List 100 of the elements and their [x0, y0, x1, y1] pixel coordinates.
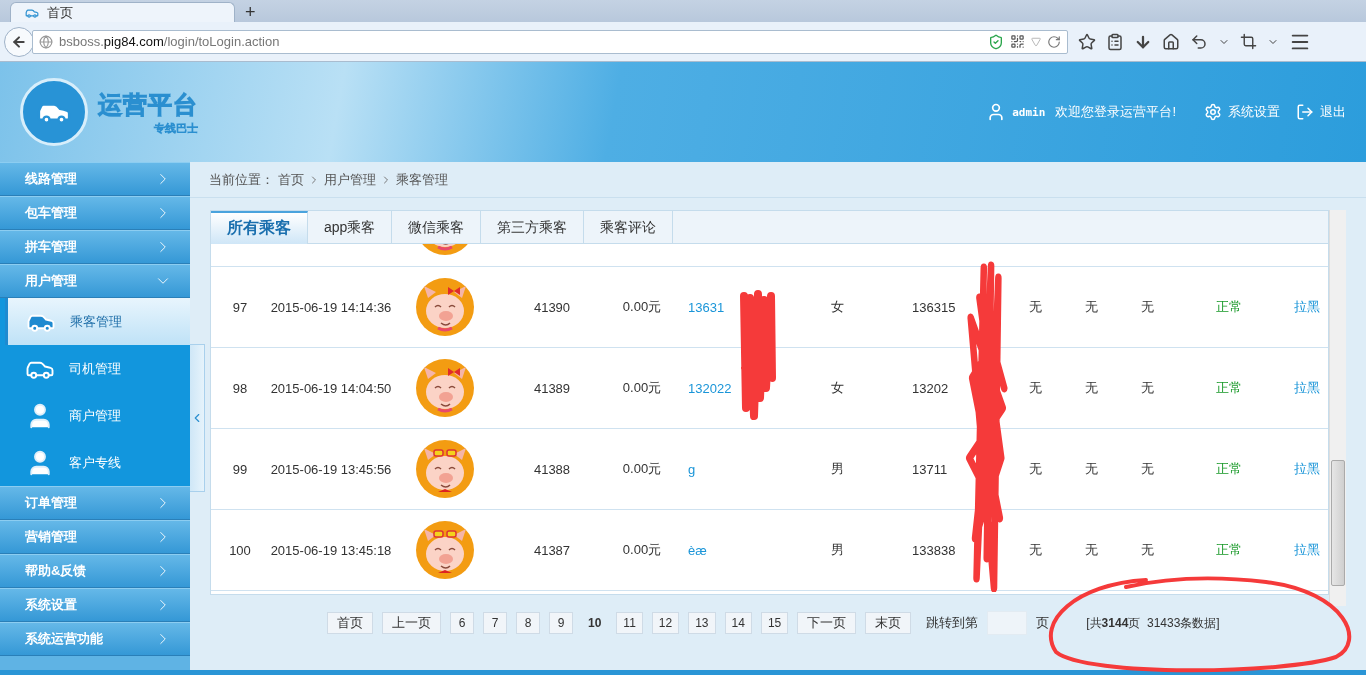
table-cell: 无 [1084, 460, 1098, 478]
table-cell: 女 [830, 298, 844, 316]
tab[interactable]: 所有乘客 [211, 211, 308, 244]
page-button[interactable]: 15 [760, 612, 789, 634]
table-cell: 0.00元 [622, 460, 662, 478]
scrollbar[interactable] [1329, 210, 1346, 606]
prev-page-button[interactable]: 上一页 [382, 612, 441, 634]
status-text: 正常 [1216, 460, 1242, 478]
table-cell: 0.00元 [622, 298, 662, 316]
shield-icon[interactable] [988, 33, 1004, 50]
page-button[interactable]: 8 [516, 612, 540, 634]
sidebar-item[interactable]: 订单管理 [0, 486, 190, 520]
table-cell: 无 [1140, 460, 1154, 478]
status-text: 正常 [1216, 379, 1242, 397]
table-cell-text: 136315 [911, 299, 957, 315]
logout-icon[interactable] [1296, 103, 1314, 121]
settings-icon[interactable] [1204, 103, 1222, 121]
sidebar-item[interactable]: 帮助&反馈 [0, 554, 190, 588]
table-cell-text: 13202 [911, 380, 950, 396]
table-cell: 女 [830, 379, 844, 397]
table-cell: 2015-06-19 14:04:50 [270, 380, 392, 396]
status-text: 正常 [1216, 541, 1242, 559]
welcome-text: 欢迎您登录运营平台! [1055, 103, 1176, 121]
crop-icon[interactable] [1240, 33, 1257, 50]
blacklist-link[interactable]: 拉黑 [1294, 460, 1320, 478]
globe-icon [39, 34, 53, 49]
pig-avatar [416, 440, 474, 498]
browser-tab[interactable]: 首页 [10, 2, 235, 22]
page-button[interactable]: 14 [724, 612, 752, 634]
back-button[interactable] [4, 26, 34, 57]
sidebar-item[interactable]: 线路管理 [0, 162, 190, 196]
nickname-link[interactable]: 132022 [688, 380, 732, 396]
page-button[interactable]: 7 [483, 612, 507, 634]
sidebar-item[interactable]: 包车管理 [0, 196, 190, 230]
sidebar-subitem[interactable]: 商户管理 [0, 392, 190, 439]
next-page-button[interactable]: 下一页 [797, 612, 857, 634]
sidebar-subitem[interactable]: 乘客管理 [5, 298, 190, 345]
first-page-button[interactable]: 首页 [327, 612, 373, 634]
pig-avatar [416, 521, 474, 579]
blacklist-link[interactable]: 拉黑 [1294, 541, 1320, 559]
settings-link[interactable]: 系统设置 [1228, 103, 1280, 121]
table-cell: 2015-06-19 13:45:18 [270, 542, 392, 558]
table-cell: 41388 [533, 461, 571, 477]
breadcrumb-item[interactable]: 用户管理 [324, 170, 376, 189]
sidebar-item[interactable]: 用户管理 [0, 264, 190, 298]
nickname-link[interactable]: 13631 [688, 299, 725, 315]
table-cell: 无 [1140, 541, 1154, 559]
page-button[interactable]: 10 [582, 612, 608, 634]
page-button[interactable]: 9 [549, 612, 573, 634]
breadcrumb-item[interactable]: 首页 [278, 170, 304, 189]
bookmark-star-icon[interactable] [1078, 32, 1096, 51]
logo-title: 运营平台 [98, 89, 198, 120]
page-button[interactable]: 6 [450, 612, 474, 634]
sidebar-subitem[interactable]: 司机管理 [0, 345, 190, 392]
table-cell: 100 [229, 542, 251, 558]
sidebar-subitem[interactable]: 客户专线 [0, 439, 190, 486]
logo-subtitle: 专线巴士 [154, 120, 198, 136]
blacklist-link[interactable]: 拉黑 [1294, 379, 1320, 397]
table-cell: 41390 [533, 299, 571, 315]
page-button[interactable]: 11 [616, 612, 643, 634]
jump-unit: 页 [1036, 614, 1050, 632]
sidebar-item[interactable]: 营销管理 [0, 520, 190, 554]
page-summary: [共3144页 31433条数据] [1086, 614, 1220, 632]
table-cell: 无 [1028, 541, 1042, 559]
new-tab-button[interactable]: + [235, 2, 266, 22]
pig-avatar [416, 359, 474, 417]
home-icon[interactable] [1162, 32, 1180, 51]
username: admin [1012, 105, 1046, 119]
reload-icon[interactable] [1047, 34, 1061, 49]
undo-icon[interactable] [1190, 32, 1208, 51]
table-cell: 无 [1084, 298, 1098, 316]
table-cell-text: 13711 [911, 461, 949, 477]
table-cell: 99 [232, 461, 248, 477]
table-cell: 41389 [533, 380, 571, 396]
qr-code-icon[interactable] [1010, 34, 1025, 49]
blacklist-link[interactable]: 拉黑 [1294, 298, 1320, 316]
logout-link[interactable]: 退出 [1320, 103, 1346, 121]
table-cell: 男 [830, 541, 844, 559]
table-cell: 2015-06-19 13:45:56 [270, 461, 392, 477]
page-button[interactable]: 12 [651, 612, 680, 634]
table-cell: 98 [232, 380, 248, 396]
address-bar[interactable]: bsboss.pig84.com/login/toLogin.action [32, 29, 1068, 54]
last-page-button[interactable]: 末页 [865, 612, 912, 634]
clipboard-icon[interactable] [1106, 32, 1124, 51]
table-cell: 无 [1140, 298, 1154, 316]
nickname-link[interactable]: g [688, 461, 696, 477]
nickname-link[interactable]: èæ [688, 542, 707, 558]
table-cell: 无 [1084, 541, 1098, 559]
page-button[interactable]: 13 [688, 612, 716, 634]
breadcrumb-label: 当前位置： [209, 170, 274, 189]
table-cell-text: 133838 [911, 542, 957, 558]
sidebar-item[interactable]: 拼车管理 [0, 230, 190, 264]
jump-label: 跳转到第 [926, 614, 979, 632]
pig-avatar [416, 278, 474, 336]
sidebar-item[interactable]: 系统运营功能 [0, 622, 190, 656]
table-cell: 无 [1028, 379, 1042, 397]
sidebar-item[interactable]: 系统设置 [0, 588, 190, 622]
collapse-handle[interactable] [190, 344, 205, 492]
table-cell: 97 [232, 299, 248, 315]
table-cell: 0.00元 [622, 379, 662, 397]
